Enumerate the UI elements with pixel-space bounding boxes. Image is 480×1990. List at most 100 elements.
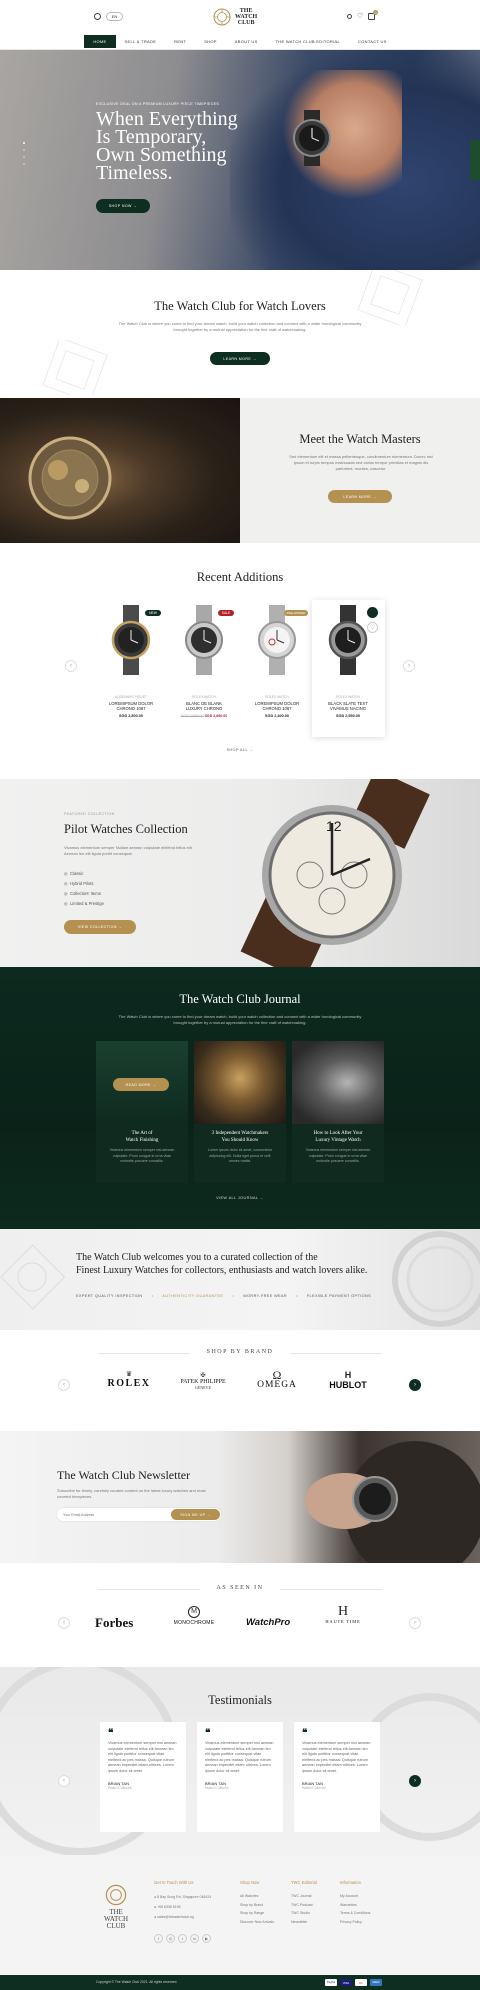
welcome-line-2: Finest Luxury Watches for collectors, en… bbox=[76, 1265, 368, 1276]
nav-home[interactable]: HOME bbox=[84, 34, 116, 48]
footer-link[interactable]: TWC Studio bbox=[291, 1909, 313, 1918]
language-select[interactable]: EN bbox=[106, 12, 123, 21]
read-more-label: READ MORE bbox=[125, 1082, 151, 1087]
welcome-feature-1: EXPERT QUALITY INSPECTION bbox=[76, 1294, 143, 1298]
journal-post-title-2[interactable]: You Should Know bbox=[194, 1137, 286, 1144]
slider-dot-1[interactable] bbox=[23, 142, 25, 144]
footer-link[interactable]: Newsletter bbox=[291, 1918, 313, 1927]
journal-post-title[interactable]: 3 Independent Watchmakers bbox=[194, 1130, 286, 1137]
brand-rolex[interactable]: ♛ ROLEX bbox=[104, 1370, 154, 1389]
testimonial-role: Watch Collector bbox=[108, 1785, 132, 1790]
footer-link[interactable]: Warranties bbox=[340, 1901, 370, 1910]
slider-dot-4[interactable] bbox=[23, 163, 25, 165]
nav-sell-trade[interactable]: SELL & TRADE bbox=[116, 35, 166, 48]
testimonials-next-arrow[interactable]: › bbox=[409, 1775, 421, 1787]
footer-link[interactable]: Shop by Range bbox=[240, 1909, 274, 1918]
instagram-icon[interactable]: ◎ bbox=[166, 1934, 175, 1943]
nav-editorial[interactable]: THE WATCH CLUB EDITORIAL bbox=[267, 35, 349, 48]
slider-dot-3[interactable] bbox=[23, 156, 25, 158]
testimonials-title: Testimonials bbox=[208, 1693, 272, 1707]
sign-me-up-button[interactable]: SIGN ME UP → bbox=[171, 1509, 220, 1520]
hero-shop-now-label: SHOP NOW bbox=[108, 204, 132, 208]
product-name-2[interactable]: LUXURY CHRONO bbox=[171, 706, 237, 711]
facebook-icon[interactable]: f bbox=[154, 1934, 163, 1943]
youtube-icon[interactable]: ▶ bbox=[202, 1934, 211, 1943]
footer-link[interactable]: Privacy Policy bbox=[340, 1918, 370, 1927]
lovers-section: The Watch Club for Watch Lovers The Watc… bbox=[0, 270, 480, 398]
footer-phone[interactable]: ● +65 6338 8195 bbox=[154, 1902, 211, 1912]
masters-learn-more-button[interactable]: LEARN MORE → bbox=[328, 490, 392, 503]
brand-hublot[interactable]: H HUBLOT bbox=[318, 1370, 378, 1390]
footer-col2-title: TWC Editorial bbox=[291, 1880, 317, 1885]
footer-link[interactable]: My Account bbox=[340, 1892, 370, 1901]
newsletter-email-input[interactable] bbox=[63, 1510, 163, 1519]
product-name-2[interactable]: CHRONO 1067 bbox=[244, 706, 310, 711]
brand-patek[interactable]: ✠ PATEK PHILIPPE GENEVE bbox=[168, 1372, 238, 1390]
nav-about[interactable]: ABOUT US bbox=[226, 35, 267, 48]
nav-contact[interactable]: CONTACT US bbox=[349, 35, 396, 48]
slider-dot-2[interactable] bbox=[23, 149, 25, 151]
journal-post-title-2[interactable]: Luxury Vintage Watch bbox=[292, 1137, 384, 1144]
pilot-feature-label: Classic bbox=[69, 871, 84, 876]
nav-rent[interactable]: RENT bbox=[165, 35, 195, 48]
footer-email[interactable]: ● sales@thewatchclub.sg bbox=[154, 1912, 211, 1922]
hero-shop-now-button[interactable]: SHOP NOW → bbox=[96, 199, 150, 213]
footer-link[interactable]: Discover New Arrivals bbox=[240, 1918, 274, 1927]
mail-icon: ● bbox=[154, 1915, 157, 1919]
product-name-2[interactable]: VIVAMUS NACING bbox=[315, 706, 381, 711]
copyright-text: Copyright © The Watch Club 2021. All rig… bbox=[96, 1980, 178, 1984]
view-all-journal-link[interactable]: VIEW ALL JOURNAL → bbox=[0, 1196, 480, 1200]
read-more-button[interactable]: READ MORE → bbox=[113, 1078, 169, 1091]
view-collection-button[interactable]: VIEW COLLECTION → bbox=[64, 920, 136, 934]
shop-all-link[interactable]: SHOP ALL → bbox=[0, 748, 480, 752]
recent-next-arrow[interactable]: › bbox=[403, 660, 415, 672]
footer-link[interactable]: Terms & Conditions bbox=[340, 1909, 370, 1918]
seen-next-arrow[interactable]: › bbox=[409, 1617, 421, 1629]
footer-link[interactable]: Shop by Brand bbox=[240, 1901, 274, 1910]
press-watchpro[interactable]: WatchPro bbox=[246, 1617, 290, 1628]
wishlist-icon[interactable]: ♡ bbox=[357, 13, 363, 20]
newsletter-section: The Watch Club Newsletter Subscribe for … bbox=[0, 1431, 480, 1563]
testimonial-card-3: ❝ Vivamus elementum semper nisi aenean v… bbox=[294, 1722, 380, 1832]
brands-prev-arrow[interactable]: ‹ bbox=[58, 1379, 70, 1391]
hublot-mark-icon: H bbox=[344, 1370, 352, 1380]
nav-shop[interactable]: SHOP bbox=[195, 35, 226, 48]
press-monochrome[interactable]: M MONOCHROME bbox=[164, 1606, 224, 1626]
brands-next-arrow[interactable]: › bbox=[409, 1379, 421, 1391]
lovers-learn-more-button[interactable]: LEARN MORE → bbox=[210, 352, 270, 365]
footer-link[interactable]: TWC Journal bbox=[291, 1892, 313, 1901]
journal-post-title[interactable]: How to Look After Your bbox=[292, 1130, 384, 1137]
check-circle-icon: ◎ bbox=[64, 901, 68, 906]
footer-bottom-bar: Copyright © The Watch Club 2021. All rig… bbox=[0, 1975, 480, 1990]
journal-section: The Watch Club Journal The Watch Club is… bbox=[0, 967, 480, 1229]
cross-icon: ✠ bbox=[200, 1373, 206, 1379]
product-name-2[interactable]: CHRONO 1067 bbox=[98, 706, 164, 711]
journal-post-title[interactable]: The Art of bbox=[96, 1130, 188, 1137]
footer-logo[interactable]: THE WATCH CLUB bbox=[96, 1883, 136, 1930]
site-logo[interactable]: THE WATCH CLUB bbox=[212, 3, 268, 31]
seen-prev-arrow[interactable]: ‹ bbox=[58, 1617, 70, 1629]
search-icon[interactable] bbox=[94, 13, 101, 20]
press-haute-time[interactable]: H HAUTE TIME bbox=[318, 1605, 368, 1625]
product-price: SGD 2,950.00 bbox=[335, 714, 361, 718]
pilot-feature-label: Limited & Prestige bbox=[69, 901, 104, 906]
press-forbes[interactable]: Forbes bbox=[95, 1615, 133, 1631]
linkedin-icon[interactable]: in bbox=[190, 1934, 199, 1943]
twitter-icon[interactable]: t bbox=[178, 1934, 187, 1943]
newsletter-text: Subscribe for timely, carefully curated … bbox=[57, 1488, 206, 1499]
brand-patek-sub: GENEVE bbox=[195, 1385, 211, 1390]
recent-prev-arrow[interactable]: ‹ bbox=[65, 660, 77, 672]
product-card-4[interactable] bbox=[315, 605, 381, 677]
testimonials-prev-arrow[interactable]: ‹ bbox=[58, 1775, 70, 1787]
welcome-feature-4: FLEXIBLE PAYMENT OPTIONS bbox=[306, 1294, 372, 1298]
seen-title: AS SEEN IN bbox=[200, 1585, 280, 1591]
footer-link[interactable]: TWC Podcast bbox=[291, 1901, 313, 1910]
account-icon[interactable] bbox=[347, 14, 352, 19]
footer-link[interactable]: All Watches bbox=[240, 1892, 274, 1901]
testimonial-text: Vivamus elementum semper nisi aenean vul… bbox=[108, 1741, 177, 1773]
brand-omega[interactable]: Ω OMEGA bbox=[248, 1369, 306, 1390]
footer-contact-title: Get In Touch With Us bbox=[154, 1880, 194, 1885]
journal-post-title-2[interactable]: Watch Finishing bbox=[96, 1137, 188, 1144]
side-social-bar[interactable] bbox=[470, 140, 480, 180]
hero-kicker: EXCLUSIVE DEAL ON A PREMIUM LUXURY PIECE… bbox=[96, 102, 220, 106]
